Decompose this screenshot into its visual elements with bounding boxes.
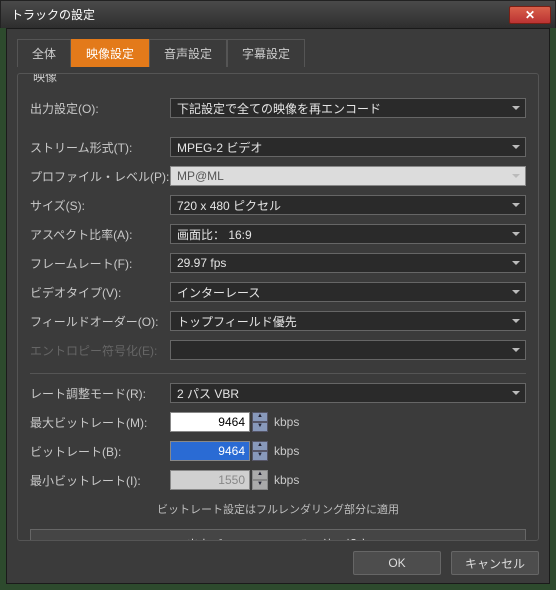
label-stream: ストリーム形式(T): xyxy=(30,139,170,156)
bitrate-note: ビットレート設定はフルレンダリング部分に適用 xyxy=(30,501,526,517)
select-profile[interactable]: MP@ML xyxy=(170,166,526,186)
minbr-down-icon: ▼ xyxy=(252,480,268,490)
input-maxbr[interactable] xyxy=(170,412,250,432)
close-icon: ✕ xyxy=(525,8,535,22)
label-profile: プロファイル・レベル(P): xyxy=(30,168,170,185)
close-button[interactable]: ✕ xyxy=(509,6,551,24)
select-vtype[interactable]: インターレース xyxy=(170,282,526,302)
dialog-body: 全体 映像設定 音声設定 字幕設定 映像 出力設定(O): 下記設定で全ての映像… xyxy=(6,28,550,584)
label-entropy: エントロピー符号化(E): xyxy=(30,342,170,359)
label-ratemode: レート調整モード(R): xyxy=(30,385,170,402)
input-minbr xyxy=(170,470,250,490)
performance-button[interactable]: 出力パフォーマンス/その他の設定 xyxy=(30,529,526,541)
unit-maxbr: kbps xyxy=(274,415,299,429)
label-fps: フレームレート(F): xyxy=(30,255,170,272)
label-minbr: 最小ビットレート(I): xyxy=(30,472,170,489)
dialog-footer: OK キャンセル xyxy=(17,551,539,575)
unit-minbr: kbps xyxy=(274,473,299,487)
tab-video[interactable]: 映像設定 xyxy=(71,39,149,67)
unit-bitrate: kbps xyxy=(274,444,299,458)
tab-audio[interactable]: 音声設定 xyxy=(149,39,227,67)
tab-bar: 全体 映像設定 音声設定 字幕設定 xyxy=(17,39,539,67)
label-aspect: アスペクト比率(A): xyxy=(30,226,170,243)
label-bitrate: ビットレート(B): xyxy=(30,443,170,460)
select-entropy xyxy=(170,340,526,360)
minbr-up-icon: ▲ xyxy=(252,470,268,480)
select-aspect[interactable]: 画面比： 16:9 xyxy=(170,224,526,244)
frame-title: 映像 xyxy=(28,73,62,85)
maxbr-down-icon[interactable]: ▼ xyxy=(252,422,268,432)
input-bitrate[interactable] xyxy=(170,441,250,461)
video-frame: 映像 出力設定(O): 下記設定で全ての映像を再エンコード ストリーム形式(T)… xyxy=(17,73,539,541)
window-title: トラックの設定 xyxy=(11,6,509,23)
select-stream[interactable]: MPEG-2 ビデオ xyxy=(170,137,526,157)
select-ratemode[interactable]: 2 パス VBR xyxy=(170,383,526,403)
bitrate-down-icon[interactable]: ▼ xyxy=(252,451,268,461)
select-field[interactable]: トップフィールド優先 xyxy=(170,311,526,331)
label-vtype: ビデオタイプ(V): xyxy=(30,284,170,301)
bitrate-up-icon[interactable]: ▲ xyxy=(252,441,268,451)
tab-subtitle[interactable]: 字幕設定 xyxy=(227,39,305,67)
label-size: サイズ(S): xyxy=(30,197,170,214)
select-size[interactable]: 720 x 480 ピクセル xyxy=(170,195,526,215)
cancel-button[interactable]: キャンセル xyxy=(451,551,539,575)
label-output: 出力設定(O): xyxy=(30,100,170,117)
select-output[interactable]: 下記設定で全ての映像を再エンコード xyxy=(170,98,526,118)
label-field: フィールドオーダー(O): xyxy=(30,313,170,330)
label-maxbr: 最大ビットレート(M): xyxy=(30,414,170,431)
tab-all[interactable]: 全体 xyxy=(17,39,71,67)
maxbr-up-icon[interactable]: ▲ xyxy=(252,412,268,422)
ok-button[interactable]: OK xyxy=(353,551,441,575)
separator xyxy=(30,373,526,374)
select-fps[interactable]: 29.97 fps xyxy=(170,253,526,273)
